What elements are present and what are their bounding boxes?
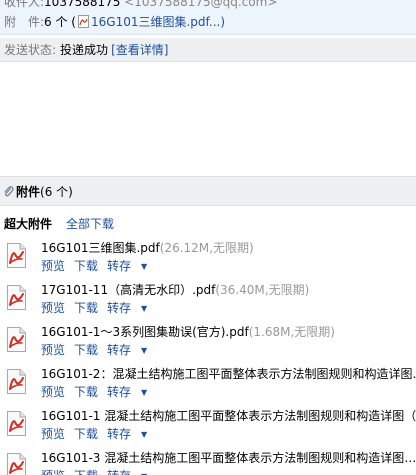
status-label: 发送状态: <box>4 43 57 57</box>
save-label: 转存 <box>107 469 131 475</box>
recipient-address: <1037588175@qq.com> <box>124 0 278 9</box>
super-attachment-row: 超大附件 全部下载 <box>4 216 114 232</box>
attachment-actions: 预览下载转存 ▼ <box>41 426 165 443</box>
download-link[interactable]: 下载 <box>74 343 98 357</box>
attachments-header: 附件(6 个) <box>0 176 416 206</box>
caret-down-icon: ▼ <box>141 346 148 355</box>
attachment-name[interactable]: 17G101-11（高清无水印）.pdf <box>41 283 215 297</box>
attachment-actions: 预览 下载 转存▼ <box>41 468 165 475</box>
attachment-name-row: 16G101-1～3系列图集勘误(官方).pdf(1.68M,无限期) <box>41 324 335 340</box>
save-dropdown[interactable]: 转存▼ <box>107 469 156 475</box>
attachment-size: (26.12M,无限期) <box>159 241 254 255</box>
pdf-file-icon[interactable] <box>6 243 27 268</box>
attachment-size: (1.68M,无限期) <box>248 325 335 339</box>
preview-link[interactable]: 预览 <box>41 343 65 357</box>
attachment-row: 附 件:6 个 ( 16G101三维图集.pdf...) <box>4 14 225 30</box>
save-dropdown[interactable]: 转存 ▼ <box>107 343 156 357</box>
preview-link[interactable]: 预览 <box>41 385 65 399</box>
attachment-first-link[interactable]: 16G101三维图集.pdf...) <box>91 15 225 29</box>
attachment-actions: 预览下载转存 ▼ <box>41 300 165 317</box>
attachment-item: 16G101-3 混凝土结构施工图平面整体表示方法制图规则和构造详图… 预览 下载 转… <box>0 450 416 475</box>
preview-link[interactable]: 预览 <box>41 259 65 273</box>
download-all-link[interactable]: 全部下载 <box>66 217 114 231</box>
save-label: 转存 <box>107 427 132 441</box>
save-dropdown[interactable]: 转存 ▼ <box>107 259 156 273</box>
preview-link[interactable]: 预览 <box>41 427 65 441</box>
preview-link[interactable]: 预览 <box>41 469 65 475</box>
save-label: 转存 <box>107 343 132 357</box>
attachments-title: 附件(6 个) <box>16 184 73 200</box>
recipient-label: 收件人: <box>4 0 45 9</box>
super-attachment-label: 超大附件 <box>4 217 53 231</box>
attachment-item: 16G101-1 混凝土结构施工图平面整体表示方法制图规则和构造详图（ 预览 下载转… <box>0 408 416 448</box>
download-link[interactable]: 下载 <box>74 427 98 441</box>
attachment-name[interactable]: 16G101三维图集.pdf <box>41 241 160 255</box>
caret-down-icon: ▼ <box>141 304 148 313</box>
attachment-label: 附 件: <box>4 15 45 29</box>
attachment-name[interactable]: 16G101-1 混凝土结构施工图平面整体表示方法制图规则和构造详图（ <box>41 409 416 423</box>
pdf-icon <box>78 15 89 28</box>
save-dropdown[interactable]: 转存 ▼ <box>107 385 156 399</box>
download-link[interactable]: 下载 <box>74 301 98 315</box>
attachment-item: 17G101-11（高清无水印）.pdf(36.40M,无限期) 预览 下载 转存 ▼ <box>0 282 416 322</box>
save-label: 转存 <box>107 259 132 273</box>
attachment-name-row: 16G101三维图集.pdf(26.12M,无限期) <box>41 240 254 256</box>
attachment-name-row: 16G101-3 混凝土结构施工图平面整体表示方法制图规则和构造详图… <box>41 450 416 466</box>
attachment-size: (36.40M,无限期) <box>215 283 310 297</box>
attachment-name-row: 17G101-11（高清无水印）.pdf(36.40M,无限期) <box>41 282 309 298</box>
attachments-count: (6 个) <box>40 185 73 199</box>
attachment-item: 16G101-1～3系列图集勘误(官方).pdf(1.68M,无限期) 预览 下载转… <box>0 324 416 364</box>
preview-link[interactable]: 预览 <box>41 301 65 315</box>
pdf-file-icon[interactable] <box>6 327 27 352</box>
attachment-item: 16G101-2：混凝土结构施工图平面整体表示方法制图规则和构造详图… 预览 下载转… <box>0 366 416 406</box>
attachment-name-row: 16G101-1 混凝土结构施工图平面整体表示方法制图规则和构造详图（ <box>41 408 416 424</box>
caret-down-icon: ▼ <box>141 388 148 397</box>
save-dropdown[interactable]: 转存 ▼ <box>107 301 156 315</box>
attachment-name[interactable]: 16G101-1～3系列图集勘误(官方).pdf <box>41 325 249 339</box>
pdf-file-icon[interactable] <box>6 411 27 436</box>
download-link[interactable]: 下载 <box>74 385 98 399</box>
pdf-file-icon[interactable] <box>6 369 27 394</box>
status-value: 投递成功 <box>60 43 109 57</box>
save-dropdown[interactable]: 转存 ▼ <box>107 427 156 441</box>
attachment-name[interactable]: 16G101-2：混凝土结构施工图平面整体表示方法制图规则和构造详图… <box>41 367 416 381</box>
attachments-title-text: 附件 <box>16 185 41 199</box>
pdf-file-icon[interactable] <box>6 285 27 310</box>
paperclip-icon <box>4 186 14 197</box>
attachment-name-row: 16G101-2：混凝土结构施工图平面整体表示方法制图规则和构造详图… <box>41 366 416 382</box>
recipient-row: 收件人:1037588175 <1037588175@qq.com> <box>4 0 277 10</box>
recipient-name[interactable]: 1037588175 <box>44 0 120 9</box>
caret-down-icon: ▼ <box>141 262 148 271</box>
save-label: 转存 <box>107 301 132 315</box>
download-link[interactable]: 下载 <box>74 469 98 475</box>
download-link[interactable]: 下载 <box>74 259 98 273</box>
attachment-actions: 预览下载转存 ▼ <box>41 258 165 275</box>
attachment-actions: 预览下载转存 ▼ <box>41 384 165 401</box>
attachment-item: 16G101三维图集.pdf(26.12M,无限期) 预览 下载 转存 ▼ <box>0 240 416 280</box>
save-label: 转存 <box>107 385 132 399</box>
attachment-actions: 预览下载转存 ▼ <box>41 342 165 359</box>
mail-header: 收件人:1037588175 <1037588175@qq.com> 附 件:6… <box>0 0 416 35</box>
caret-down-icon: ▼ <box>141 430 148 439</box>
attachment-name[interactable]: 16G101-3 混凝土结构施工图平面整体表示方法制图规则和构造详图… <box>41 451 416 465</box>
delivery-status-bar: 发送状态: 投递成功 [查看详情] <box>0 38 416 62</box>
attachment-count: 6 个 ( <box>44 15 76 29</box>
pdf-file-icon[interactable] <box>6 453 27 475</box>
view-details-link[interactable]: [查看详情] <box>111 43 168 57</box>
